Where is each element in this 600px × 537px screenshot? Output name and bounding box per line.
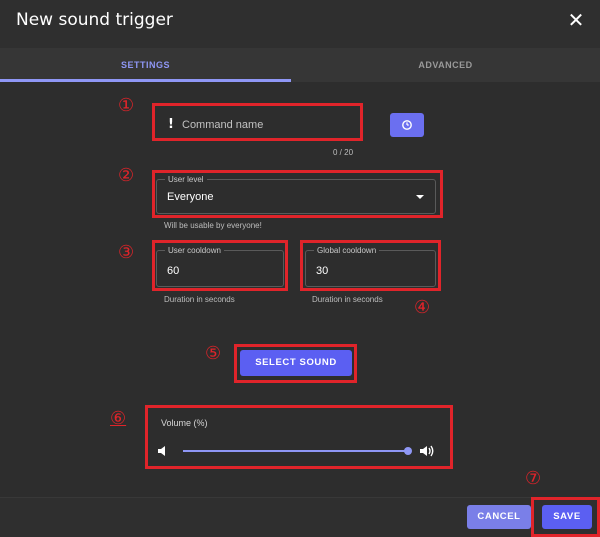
command-prefix: ! bbox=[168, 117, 174, 132]
command-clock-button[interactable] bbox=[390, 113, 424, 137]
tab-settings[interactable]: SETTINGS bbox=[0, 48, 291, 82]
global-cooldown-value: 30 bbox=[316, 265, 329, 277]
select-sound-button[interactable]: SELECT SOUND bbox=[240, 350, 352, 376]
annotation-marker-2: ② bbox=[118, 165, 135, 186]
user-cooldown-label: User cooldown bbox=[165, 245, 224, 256]
annotation-marker-1: ① bbox=[118, 95, 135, 116]
annotation-marker-7: ⑦ bbox=[525, 468, 542, 489]
command-name-input[interactable] bbox=[182, 117, 352, 132]
chevron-down-icon[interactable] bbox=[416, 195, 424, 199]
annotation-marker-3: ③ bbox=[118, 242, 135, 263]
new-sound-trigger-dialog: New sound trigger ✕ SETTINGS ADVANCED ① … bbox=[0, 0, 600, 537]
user-level-select[interactable]: User level Everyone bbox=[156, 174, 436, 214]
command-name-counter: 0 / 20 bbox=[333, 148, 354, 157]
global-cooldown-helper: Duration in seconds bbox=[312, 295, 383, 304]
clock-icon bbox=[402, 120, 412, 130]
user-level-helper: Will be usable by everyone! bbox=[164, 221, 262, 230]
dialog-title: New sound trigger bbox=[16, 10, 173, 30]
user-cooldown-field[interactable]: User cooldown 60 bbox=[156, 245, 284, 287]
volume-label: Volume (%) bbox=[161, 418, 208, 428]
cancel-button[interactable]: CANCEL bbox=[467, 505, 531, 529]
user-cooldown-helper: Duration in seconds bbox=[164, 295, 235, 304]
save-button[interactable]: SAVE bbox=[542, 505, 592, 529]
global-cooldown-label: Global cooldown bbox=[314, 245, 380, 256]
dialog-header: New sound trigger ✕ bbox=[0, 0, 600, 48]
close-icon[interactable]: ✕ bbox=[566, 9, 586, 31]
annotation-marker-5: ⑤ bbox=[205, 343, 222, 364]
volume-high-icon bbox=[420, 445, 434, 457]
tab-advanced[interactable]: ADVANCED bbox=[291, 48, 600, 82]
annotation-marker-4: ④ bbox=[414, 297, 431, 318]
settings-panel bbox=[0, 82, 600, 497]
global-cooldown-field[interactable]: Global cooldown 30 bbox=[305, 245, 436, 287]
volume-slider-track[interactable] bbox=[183, 450, 408, 452]
user-level-value: Everyone bbox=[167, 191, 214, 203]
user-level-label: User level bbox=[165, 174, 207, 185]
user-cooldown-value: 60 bbox=[167, 265, 180, 277]
volume-slider-thumb[interactable] bbox=[404, 447, 412, 455]
tab-bar: SETTINGS ADVANCED bbox=[0, 48, 600, 82]
annotation-marker-6: ⑥ bbox=[110, 408, 127, 429]
volume-low-icon bbox=[158, 446, 165, 456]
